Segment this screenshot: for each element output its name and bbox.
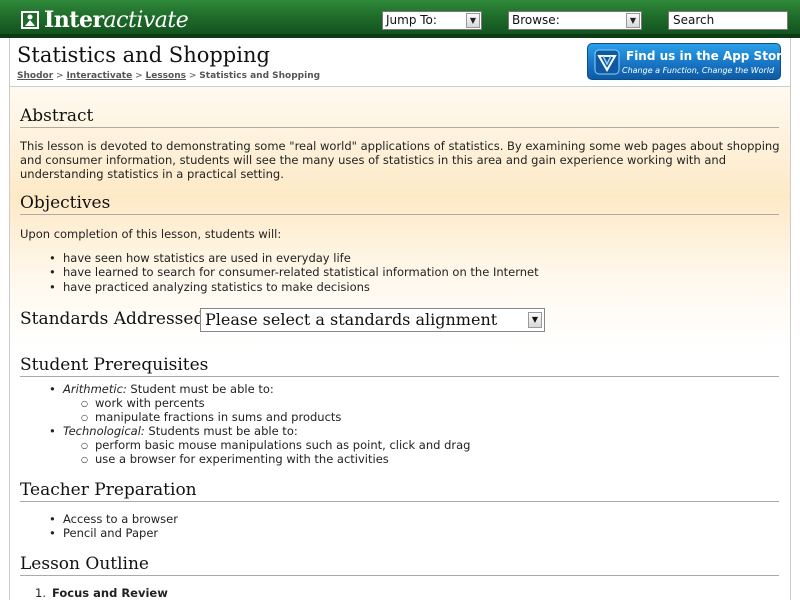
prereq-desc: Student must be able to: — [126, 382, 274, 396]
outline-heading: Lesson Outline — [20, 554, 149, 574]
list-item: have practiced analyzing statistics to m… — [49, 280, 539, 295]
teacher-prep-heading: Teacher Preparation — [20, 480, 197, 500]
list-item: manipulate fractions in sums and product… — [81, 410, 341, 426]
objectives-rule — [20, 214, 779, 215]
list-item: 1. Focus and Review — [20, 586, 168, 600]
breadcrumb-separator: > — [188, 71, 197, 81]
prereq-term: Technological: — [63, 424, 145, 438]
breadcrumb-interactivate[interactable]: Interactivate — [66, 71, 132, 81]
arithmetic-sublist: work with percents manipulate fractions … — [81, 396, 341, 426]
list-item: work with percents — [81, 396, 341, 412]
list-item: Pencil and Paper — [49, 526, 178, 541]
prereq-term: Arithmetic: — [63, 382, 127, 396]
outline-item-text[interactable]: Focus and Review — [52, 586, 168, 600]
chevron-down-icon: ▼ — [528, 312, 542, 328]
breadcrumb-separator: > — [135, 71, 143, 81]
outline-number: 1. — [35, 586, 46, 600]
list-item: use a browser for experimenting with the… — [81, 452, 470, 468]
objectives-list: have seen how statistics are used in eve… — [49, 251, 539, 294]
app-store-banner[interactable]: Find us in the App Store. Change a Funct… — [587, 43, 795, 80]
list-item: have seen how statistics are used in eve… — [49, 251, 539, 266]
prerequisites-list: Arithmetic: Student must be able to: — [49, 382, 274, 397]
breadcrumb: Shodor > Interactivate > Lessons > Stati… — [17, 71, 320, 81]
list-item: have learned to search for consumer-rela… — [49, 265, 539, 280]
breadcrumb-shodor[interactable]: Shodor — [17, 71, 53, 81]
list-item: Technological: Students must be able to: — [49, 424, 298, 439]
logo-text: Interactivate — [44, 7, 189, 33]
logo-text-italic: activate — [103, 8, 189, 33]
jump-to-label: Jump To: — [386, 13, 437, 27]
prerequisites-heading: Student Prerequisites — [20, 355, 209, 375]
shodor-logo-icon — [20, 9, 40, 31]
app-store-tagline: Change a Function, Change the World — [622, 66, 775, 75]
prerequisites-list-2: Technological: Students must be able to: — [49, 424, 298, 439]
list-item: Arithmetic: Student must be able to: — [49, 382, 274, 397]
standards-label: Standards Addressed: — [20, 309, 211, 329]
chevron-down-icon: ▼ — [626, 13, 640, 28]
abstract-rule — [20, 127, 779, 128]
breadcrumb-lessons[interactable]: Lessons — [145, 71, 186, 81]
breadcrumb-current: Statistics and Shopping — [199, 71, 321, 81]
search-placeholder: Search — [673, 13, 715, 27]
outline-list: 1. Focus and Review — [20, 586, 168, 600]
objectives-heading: Objectives — [20, 193, 111, 213]
app-store-icon — [594, 49, 620, 75]
jump-to-select[interactable]: Jump To: ▼ — [382, 11, 482, 30]
standards-selected-value: Please select a standards alignment — [205, 310, 498, 329]
app-store-title: Find us in the App Store. — [626, 49, 795, 63]
outline-rule — [20, 575, 779, 576]
technological-sublist: perform basic mouse manipulations such a… — [81, 438, 470, 468]
objectives-intro: Upon completion of this lesson, students… — [20, 227, 282, 241]
search-input[interactable]: Search — [668, 11, 788, 30]
standards-select[interactable]: Please select a standards alignment ▼ — [200, 308, 545, 332]
logo-text-bold: Inter — [44, 7, 104, 33]
prereq-desc: Students must be able to: — [144, 424, 298, 438]
browse-select[interactable]: Browse: ▼ — [508, 11, 642, 30]
breadcrumb-separator: > — [56, 71, 64, 81]
teacher-prep-list: Access to a browser Pencil and Paper — [49, 512, 178, 541]
abstract-heading: Abstract — [20, 106, 94, 126]
list-item: Access to a browser — [49, 512, 178, 527]
browse-label: Browse: — [512, 13, 560, 27]
chevron-down-icon: ▼ — [466, 13, 480, 28]
interactivate-logo[interactable]: Interactivate — [20, 7, 189, 33]
list-item: perform basic mouse manipulations such a… — [81, 438, 470, 454]
teacher-prep-rule — [20, 501, 779, 502]
abstract-text: This lesson is devoted to demonstrating … — [20, 139, 780, 181]
prerequisites-rule — [20, 376, 779, 377]
page-title: Statistics and Shopping — [17, 43, 270, 67]
